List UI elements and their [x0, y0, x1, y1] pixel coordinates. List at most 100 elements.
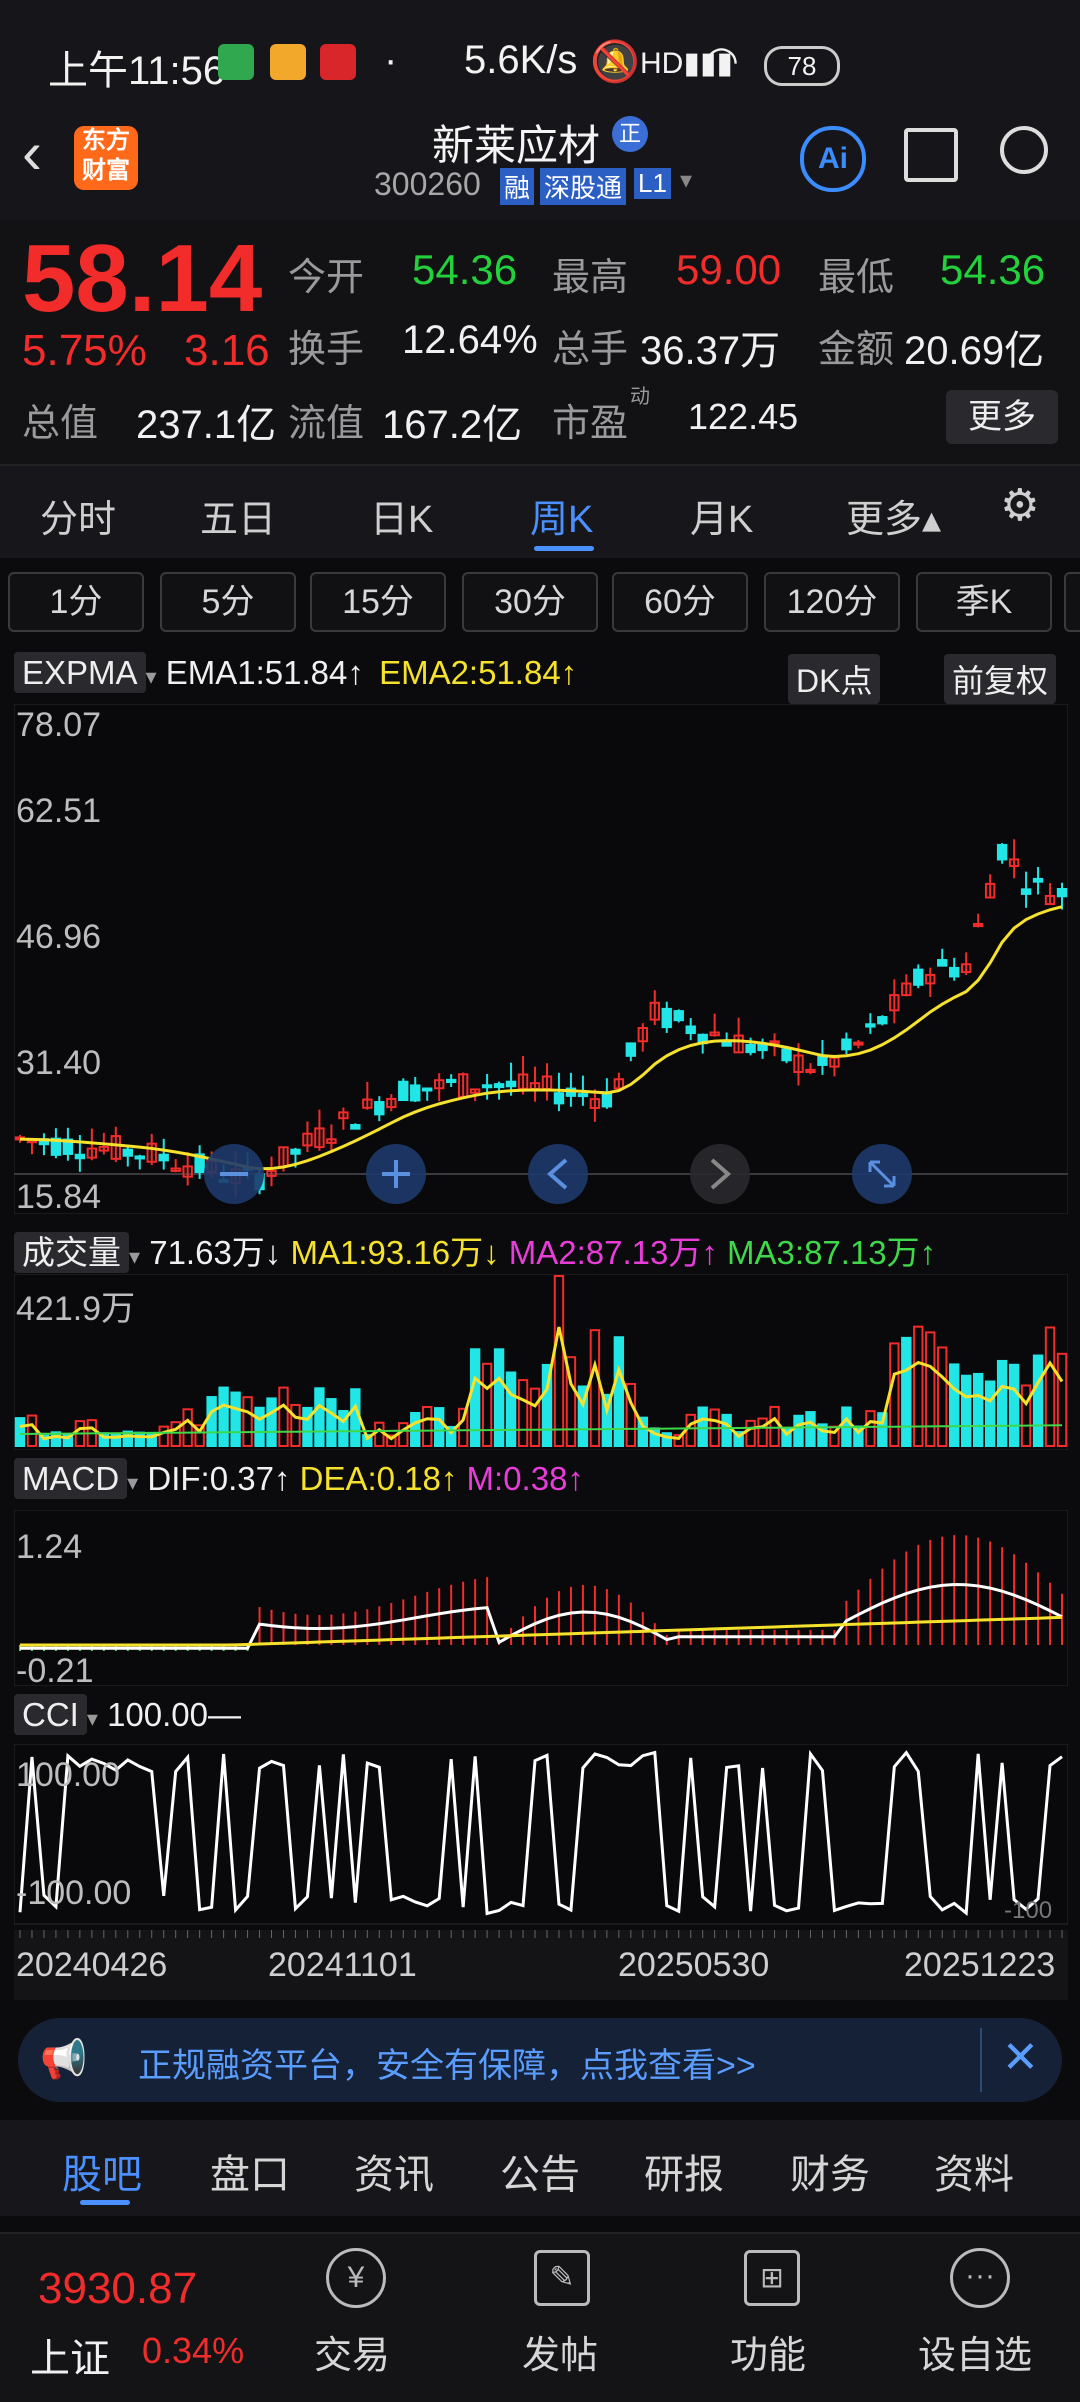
period-5min[interactable]: 5分	[160, 572, 296, 632]
gear-icon[interactable]: ⚙	[1000, 480, 1039, 531]
tab-profile[interactable]: 资料	[934, 2142, 1014, 2200]
axis-label-bottom: 15.84	[16, 1178, 101, 1214]
volume-current: 71.63万↓	[149, 1234, 282, 1271]
scroll-right-icon[interactable]	[690, 1144, 750, 1204]
zoom-in-glyph-v	[394, 1160, 398, 1188]
turnover-label: 换手	[288, 329, 365, 371]
section-tab-indicator	[80, 2200, 130, 2205]
volume-bar	[901, 1336, 912, 1447]
volume-bar	[984, 1380, 996, 1447]
adjust-mode-button[interactable]: 前复权	[944, 654, 1057, 704]
volume-bar	[206, 1396, 217, 1448]
high-label: 最高	[552, 257, 629, 299]
search-icon[interactable]	[1000, 126, 1048, 174]
back-icon[interactable]: ‹	[22, 118, 42, 187]
volume-select[interactable]: 成交量	[14, 1232, 129, 1273]
tab-guba[interactable]: 股吧	[62, 2142, 142, 2200]
scroll-left-icon[interactable]	[528, 1144, 588, 1204]
period-quarter-k[interactable]: 季K	[916, 572, 1052, 632]
volume-bar	[326, 1398, 337, 1447]
period-60min[interactable]: 60分	[612, 572, 748, 632]
share-icon[interactable]	[904, 128, 958, 182]
date-label-4: 20251223	[904, 1946, 1055, 1984]
last-price: 58.14	[22, 225, 263, 332]
cci-value: 100.00—	[107, 1696, 241, 1733]
candle-body	[158, 1153, 169, 1162]
float-value: 167.2亿	[382, 403, 523, 447]
kline-chart[interactable]: 78.07 62.51 46.96 31.40 15.84	[14, 704, 1068, 1214]
tab-more[interactable]: 更多▴	[846, 488, 941, 543]
candle-body	[1032, 877, 1044, 883]
tab-research[interactable]: 研报	[644, 2142, 724, 2200]
index-value: 3930.87	[38, 2264, 198, 2313]
indicator-select[interactable]: EXPMA	[14, 652, 146, 693]
volume-bar	[961, 1374, 972, 1447]
ai-button[interactable]: Ai	[800, 126, 866, 192]
volume-bar	[266, 1397, 277, 1447]
tab-news[interactable]: 资讯	[354, 2142, 434, 2200]
footer-add-watchlist[interactable]: 设自选	[918, 2324, 1032, 2379]
chart-tabs: 分时 五日 日K 周K 月K 更多▴ ⚙	[0, 464, 1080, 558]
network-speed: 5.6K/s	[464, 38, 578, 82]
footer-functions[interactable]: 功能	[730, 2324, 806, 2379]
promo-banner[interactable]: 📢 正规融资平台，安全有保障，点我查看>> ✕	[18, 2018, 1062, 2102]
index-name[interactable]: 上证	[30, 2326, 110, 2384]
candle-body	[769, 1040, 780, 1045]
volume-bar	[505, 1371, 517, 1447]
cci-select[interactable]: CCI	[14, 1694, 87, 1735]
news-notify-icon	[320, 44, 356, 80]
chevron-down-icon[interactable]: ▾	[680, 166, 692, 195]
badge-level: L1	[634, 168, 671, 199]
banner-divider	[980, 2028, 982, 2092]
mcap-value: 237.1亿	[136, 403, 277, 447]
tab-monthly-k[interactable]: 月K	[690, 488, 753, 543]
macd-dea: DEA:0.18↑	[299, 1460, 458, 1497]
tab-daily-k[interactable]: 日K	[370, 488, 433, 543]
candle-body	[505, 1080, 517, 1088]
candle-body	[781, 1048, 792, 1062]
tab-weekly-k[interactable]: 周K	[530, 488, 593, 543]
date-label-3: 20250530	[618, 1946, 769, 1984]
close-icon[interactable]: ✕	[1002, 2032, 1039, 2083]
candle-body	[865, 1023, 876, 1028]
high-value: 59.00	[676, 246, 782, 293]
tab-announcement[interactable]: 公告	[500, 2142, 580, 2200]
macd-axis-top: 1.24	[16, 1528, 82, 1566]
amount-label: 金额	[818, 329, 895, 371]
volume-bar	[1008, 1363, 1020, 1447]
axis-label-top: 78.07	[16, 706, 101, 744]
tab-pankou[interactable]: 盘口	[210, 2142, 290, 2200]
more-button[interactable]: 更多	[946, 390, 1058, 444]
tab-intraday[interactable]: 分时	[40, 488, 116, 543]
footer-post[interactable]: 发帖	[522, 2324, 598, 2379]
candle-body	[877, 1016, 888, 1025]
stock-name: 新莱应材	[432, 122, 601, 169]
volume-bar	[254, 1406, 265, 1448]
period-1min[interactable]: 1分	[8, 572, 144, 632]
candle-body	[817, 1055, 828, 1066]
pe-value: 122.45	[688, 396, 799, 437]
functions-icon: ⊞	[744, 2250, 800, 2306]
footer-trade[interactable]: 交易	[314, 2324, 390, 2379]
brand-logo: 东方财富	[74, 126, 138, 190]
period-120min[interactable]: 120分	[764, 572, 900, 632]
macd-m: M:0.38↑	[466, 1460, 584, 1497]
macd-select[interactable]: MACD	[14, 1458, 128, 1499]
message-notify-icon	[270, 44, 306, 80]
candle-body	[398, 1080, 409, 1102]
date-label-1: 20240426	[16, 1946, 167, 1984]
cci-chart[interactable]: 100.00 -100.00 -100 20240426 20241101 20…	[14, 1744, 1068, 2000]
candle-body	[445, 1078, 457, 1084]
dk-point-button[interactable]: DK点	[788, 654, 881, 704]
macd-chart[interactable]: 1.24 -0.21	[14, 1510, 1068, 1686]
volume-chart[interactable]: 421.9万	[14, 1274, 1068, 1450]
period-15min[interactable]: 15分	[310, 572, 446, 632]
ema2-value: EMA2:51.84↑	[379, 654, 578, 691]
volume-bar	[14, 1417, 26, 1448]
tab-five-day[interactable]: 五日	[200, 488, 276, 543]
tab-finance[interactable]: 财务	[790, 2142, 870, 2200]
axis-label-3: 46.96	[16, 918, 101, 956]
candle-body	[913, 968, 924, 986]
period-30min[interactable]: 30分	[462, 572, 598, 632]
volume-bar	[230, 1391, 241, 1448]
